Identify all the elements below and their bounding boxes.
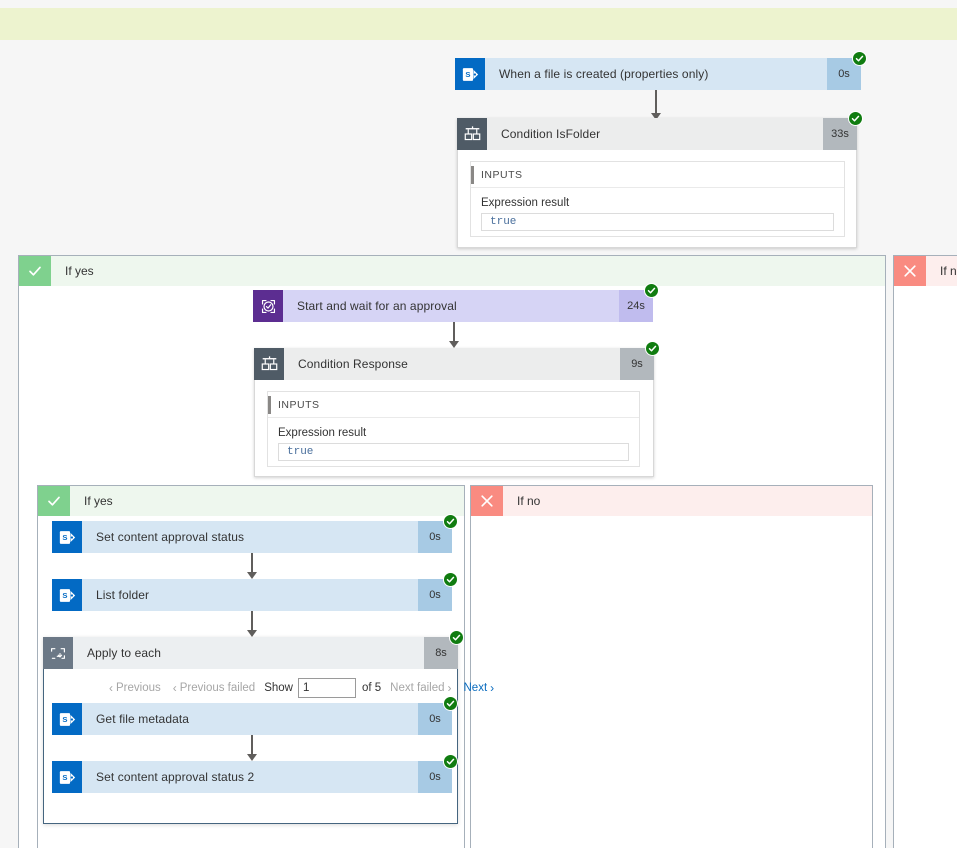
- previous-button[interactable]: ‹ Previous: [106, 681, 161, 695]
- chevron-right-icon: ›: [490, 681, 495, 695]
- inputs-label: INPUTS: [278, 398, 320, 411]
- next-failed-label: Next failed: [390, 682, 445, 694]
- approval-icon: [253, 290, 283, 322]
- sharepoint-icon: S: [52, 761, 82, 793]
- svg-text:S: S: [465, 70, 470, 79]
- svg-text:S: S: [62, 715, 67, 724]
- inputs-section-header: INPUTS: [471, 162, 844, 188]
- of-label: of 5: [361, 682, 382, 694]
- branch-label: If no: [503, 486, 872, 516]
- svg-text:S: S: [62, 773, 67, 782]
- success-status-icon: [443, 514, 458, 529]
- connector-arrow: [246, 735, 258, 761]
- action-title: Condition IsFolder: [487, 118, 823, 150]
- success-status-icon: [443, 696, 458, 711]
- next-failed-button[interactable]: Next failed ›: [390, 681, 454, 695]
- sharepoint-icon: S: [52, 521, 82, 553]
- connector-arrow: [246, 553, 258, 579]
- action-title: When a file is created (properties only): [485, 58, 827, 90]
- condition-icon: [254, 348, 284, 380]
- action-card-set-content-approval-status[interactable]: S Set content approval status 0s: [52, 514, 458, 553]
- action-title: List folder: [82, 579, 418, 611]
- condition-response-inputs: INPUTS Expression result true: [267, 391, 640, 467]
- show-label: Show: [264, 682, 293, 694]
- sharepoint-icon: S: [455, 58, 485, 90]
- previous-label: Previous: [116, 682, 161, 694]
- next-button[interactable]: Next ›: [464, 681, 498, 695]
- branch-header: If no: [894, 256, 957, 286]
- action-card-list-folder[interactable]: S List folder 0s: [52, 572, 458, 611]
- expression-result-value: true: [287, 446, 314, 458]
- success-status-icon: [852, 51, 867, 66]
- page-number-input[interactable]: [297, 678, 356, 698]
- action-title: Get file metadata: [82, 703, 418, 735]
- expression-result-value-box: true: [481, 213, 834, 231]
- branch-header: If no: [471, 486, 872, 516]
- next-label: Next: [463, 682, 488, 694]
- action-title: Apply to each: [73, 637, 424, 669]
- branch-label: If no: [926, 256, 957, 286]
- action-card-condition-isfolder[interactable]: Condition IsFolder 33s: [457, 111, 863, 150]
- previous-failed-button[interactable]: ‹ Previous failed: [170, 681, 255, 695]
- action-card-trigger[interactable]: S When a file is created (properties onl…: [455, 51, 867, 90]
- apply-to-each-pager: ‹ Previous ‹ Previous failed Show of 5 N…: [106, 677, 506, 699]
- action-card-apply-to-each[interactable]: Apply to each 8s: [43, 630, 464, 669]
- condition-icon: [457, 118, 487, 150]
- branch-label: If yes: [70, 486, 464, 516]
- action-title: Condition Response: [284, 348, 620, 380]
- branch-body: [471, 516, 872, 848]
- chevron-left-icon: ‹: [172, 681, 177, 695]
- top-banner: [0, 8, 957, 40]
- branch-if-no-inner: If no: [470, 485, 873, 848]
- cross-icon: [471, 486, 503, 516]
- success-status-icon: [449, 630, 464, 645]
- connector-arrow: [448, 322, 460, 348]
- sharepoint-icon: S: [52, 703, 82, 735]
- branch-header: If yes: [19, 256, 885, 286]
- expression-result-label: Expression result: [481, 197, 570, 209]
- action-title: Set content approval status 2: [82, 761, 418, 793]
- connector-arrow: [246, 611, 258, 637]
- action-title: Set content approval status: [82, 521, 418, 553]
- chevron-right-icon: ›: [447, 681, 452, 695]
- svg-text:S: S: [62, 533, 67, 542]
- inputs-label: INPUTS: [481, 168, 523, 181]
- branch-header: If yes: [38, 486, 464, 516]
- inputs-section-header: INPUTS: [268, 392, 639, 418]
- action-card-set-content-approval-status-2[interactable]: S Set content approval status 2 0s: [52, 754, 458, 793]
- success-status-icon: [645, 341, 660, 356]
- expression-result-value-box: true: [278, 443, 629, 461]
- action-card-condition-response[interactable]: Condition Response 9s: [254, 341, 660, 380]
- success-status-icon: [848, 111, 863, 126]
- branch-if-no-outer: If no: [893, 255, 957, 848]
- check-icon: [38, 486, 70, 516]
- success-status-icon: [644, 283, 659, 298]
- action-card-get-file-metadata[interactable]: S Get file metadata 0s: [52, 696, 458, 735]
- branch-body: [894, 286, 957, 848]
- branch-label: If yes: [51, 256, 885, 286]
- success-status-icon: [443, 754, 458, 769]
- action-title: Start and wait for an approval: [283, 290, 619, 322]
- previous-failed-label: Previous failed: [179, 682, 256, 694]
- flow-run-canvas: S When a file is created (properties onl…: [0, 0, 957, 848]
- expression-result-label: Expression result: [278, 427, 367, 439]
- chevron-left-icon: ‹: [109, 681, 113, 695]
- check-icon: [19, 256, 51, 286]
- expression-result-value: true: [490, 216, 517, 228]
- foreach-icon: [43, 637, 73, 669]
- action-card-approval[interactable]: Start and wait for an approval 24s: [253, 283, 659, 322]
- cross-icon: [894, 256, 926, 286]
- success-status-icon: [443, 572, 458, 587]
- svg-text:S: S: [62, 591, 67, 600]
- condition-isfolder-inputs: INPUTS Expression result true: [470, 161, 845, 237]
- connector-arrow: [650, 90, 662, 120]
- sharepoint-icon: S: [52, 579, 82, 611]
